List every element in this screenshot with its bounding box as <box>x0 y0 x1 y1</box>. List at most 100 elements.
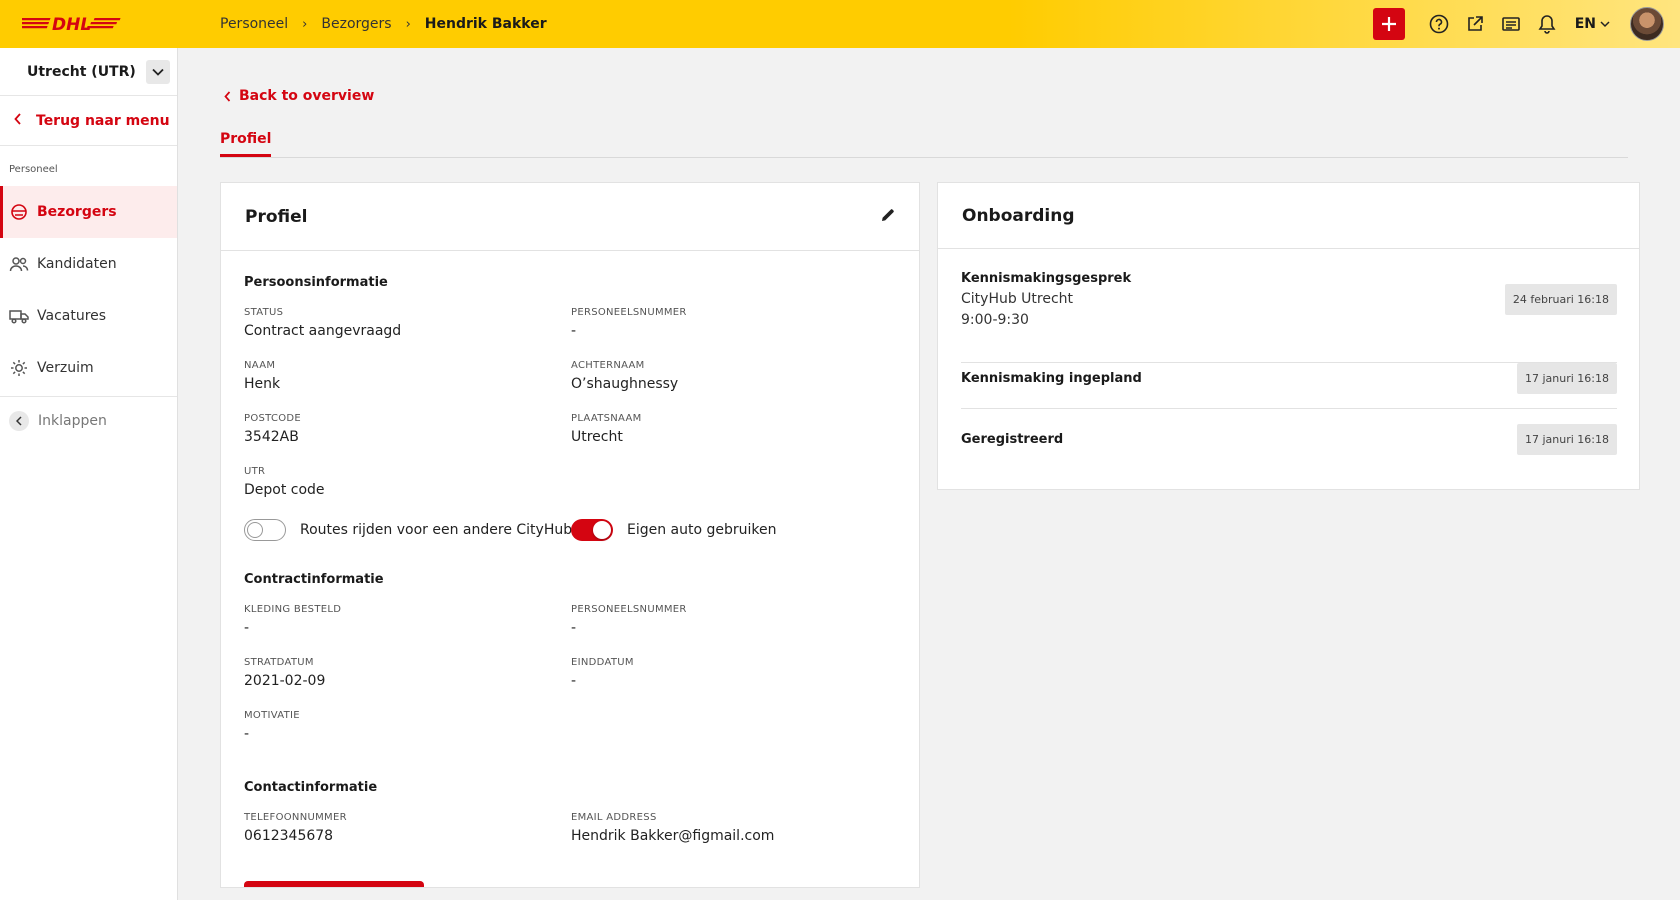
field-value: 0612345678 <box>244 828 334 844</box>
field-value: - <box>244 620 250 636</box>
chevron-right-icon: › <box>405 16 411 32</box>
field-plaatsnaam: PLAATSNAAM Utrecht <box>571 413 871 445</box>
sidebar-item-bezorgers[interactable]: Bezorgers <box>0 186 177 238</box>
field-label: MOTIVATIE <box>244 710 300 721</box>
toggle-own-car[interactable] <box>571 519 613 541</box>
field-startdatum: STRATDATUM 2021-02-09 <box>244 657 544 689</box>
field-value: - <box>571 620 577 636</box>
date-badge: 24 februari 16:18 <box>1504 284 1617 315</box>
top-bar: DHL Personeel › Bezorgers › Hendrik Bakk… <box>0 0 1680 48</box>
truck-icon <box>9 308 29 324</box>
field-naam: NAAM Henk <box>244 360 544 392</box>
field-value: - <box>571 323 577 339</box>
people-icon <box>9 255 29 273</box>
breadcrumb: Personeel › Bezorgers › Hendrik Bakker <box>220 0 547 48</box>
add-button[interactable] <box>1372 8 1405 40</box>
field-achternaam: ACHTERNAAM O’shaughnessy <box>571 360 871 392</box>
field-label: POSTCODE <box>244 413 302 424</box>
field-value: 3542AB <box>244 429 299 445</box>
sidebar: Utrecht (UTR) Terug naar menu Personeel … <box>0 48 178 900</box>
date-badge: 17 januri 16:18 <box>1516 363 1617 394</box>
field-value: Henk <box>244 376 281 392</box>
onboarding-item: Geregistreerd 17 januri 16:18 <box>961 409 1617 469</box>
onboarding-item-time: 9:00-9:30 <box>961 312 1029 328</box>
pencil-icon <box>882 209 894 221</box>
field-value: Contract aangevraagd <box>244 323 402 339</box>
edit-button[interactable] <box>881 207 895 226</box>
field-telefoonnummer: TELEFOONNUMMER 0612345678 <box>244 812 544 844</box>
help-button[interactable] <box>1421 0 1457 48</box>
field-label: PERSONEELSNUMMER <box>571 604 687 615</box>
section-label: Personeel <box>9 164 58 175</box>
primary-action-button[interactable] <box>244 881 424 887</box>
id-card-icon <box>1501 17 1520 31</box>
back-to-overview-link[interactable]: Back to overview <box>224 88 374 104</box>
field-postcode: POSTCODE 3542AB <box>244 413 544 445</box>
back-to-menu-link[interactable]: Terug naar menu <box>0 96 177 146</box>
dhl-logo[interactable]: DHL <box>22 14 122 34</box>
id-card-button[interactable] <box>1493 0 1529 48</box>
help-icon <box>1429 14 1449 34</box>
field-motivatie: MOTIVATIE - <box>244 710 544 742</box>
section-persoonsinformatie: Persoonsinformatie <box>244 275 388 290</box>
breadcrumb-personeel[interactable]: Personeel <box>220 16 288 32</box>
field-value: O’shaughnessy <box>571 376 679 392</box>
field-label: TELEFOONNUMMER <box>244 812 347 823</box>
back-to-overview-label: Back to overview <box>239 88 375 104</box>
field-value: - <box>244 726 250 742</box>
section-contractinformatie: Contractinformatie <box>244 572 384 587</box>
breadcrumb-bezorgers[interactable]: Bezorgers <box>321 16 391 32</box>
field-label: STRATDATUM <box>244 657 314 668</box>
svg-text:DHL: DHL <box>52 15 91 34</box>
language-label: EN <box>1574 16 1596 32</box>
avatar[interactable] <box>1630 7 1664 41</box>
tab-profiel[interactable]: Profiel <box>220 131 272 157</box>
field-contract-personeelsnummer: PERSONEELSNUMMER - <box>571 604 871 636</box>
field-kleding-besteld: KLEDING BESTELD - <box>244 604 544 636</box>
top-actions: EN <box>1372 0 1680 48</box>
onboarding-item-title: Kennismaking ingepland <box>961 371 1142 386</box>
sidebar-item-label: Vacatures <box>37 308 107 324</box>
onboarding-item-title: Geregistreerd <box>961 431 1064 447</box>
toggle-knob <box>593 521 611 539</box>
field-personeelsnummer: PERSONEELSNUMMER - <box>571 307 871 339</box>
section-contactinformatie: Contactinformatie <box>244 780 378 795</box>
field-label: PERSONEELSNUMMER <box>571 307 687 318</box>
onboarding-card-title: Onboarding <box>962 205 1075 226</box>
sidebar-item-label: Kandidaten <box>37 256 117 272</box>
field-value: Depot code <box>244 482 325 498</box>
chevron-down-icon[interactable] <box>145 59 170 84</box>
tab-bar: Profiel <box>220 128 1628 158</box>
field-label: PLAATSNAAM <box>571 413 642 424</box>
chevron-right-icon: › <box>302 16 308 32</box>
onboarding-card-header: Onboarding <box>938 183 1639 249</box>
onboarding-item-title: Kennismakingsgesprek <box>961 271 1132 286</box>
language-selector[interactable]: EN <box>1575 16 1610 32</box>
sidebar-item-kandidaten[interactable]: Kandidaten <box>0 238 177 290</box>
notifications-button[interactable] <box>1529 0 1565 48</box>
onboarding-card: Onboarding Kennismakingsgesprek CityHub … <box>937 182 1640 490</box>
chevron-down-icon <box>1600 21 1610 28</box>
chevron-left-icon <box>224 90 231 102</box>
profile-card-title: Profiel <box>245 206 308 227</box>
external-link-button[interactable] <box>1457 0 1493 48</box>
date-badge: 17 januri 16:18 <box>1516 423 1617 455</box>
field-label: EMAIL ADDRESS <box>571 812 657 823</box>
toggle-other-cityhub[interactable] <box>244 519 286 541</box>
toggle-label: Routes rijden voor een andere CityHub <box>300 522 573 538</box>
toggle-label: Eigen auto gebruiken <box>627 522 777 538</box>
collapse-sidebar-button[interactable]: Inklappen <box>0 397 177 445</box>
depot-label: Utrecht (UTR) <box>27 63 136 80</box>
field-value: 2021-02-09 <box>244 673 326 689</box>
toggle-row-other-cityhub: Routes rijden voor een andere CityHub <box>244 519 572 541</box>
chevron-left-icon <box>14 112 22 129</box>
field-email: EMAIL ADDRESS Hendrik Bakker@figmail.com <box>571 812 871 844</box>
sun-icon <box>9 359 29 377</box>
field-label: ACHTERNAAM <box>571 360 645 371</box>
field-utr: UTR Depot code <box>244 466 544 498</box>
sidebar-item-vacatures[interactable]: Vacatures <box>0 290 177 342</box>
external-link-icon <box>1467 16 1483 31</box>
sidebar-item-verzuim[interactable]: Verzuim <box>0 342 177 394</box>
breadcrumb-current: Hendrik Bakker <box>424 16 547 32</box>
depot-selector[interactable]: Utrecht (UTR) <box>0 48 177 96</box>
